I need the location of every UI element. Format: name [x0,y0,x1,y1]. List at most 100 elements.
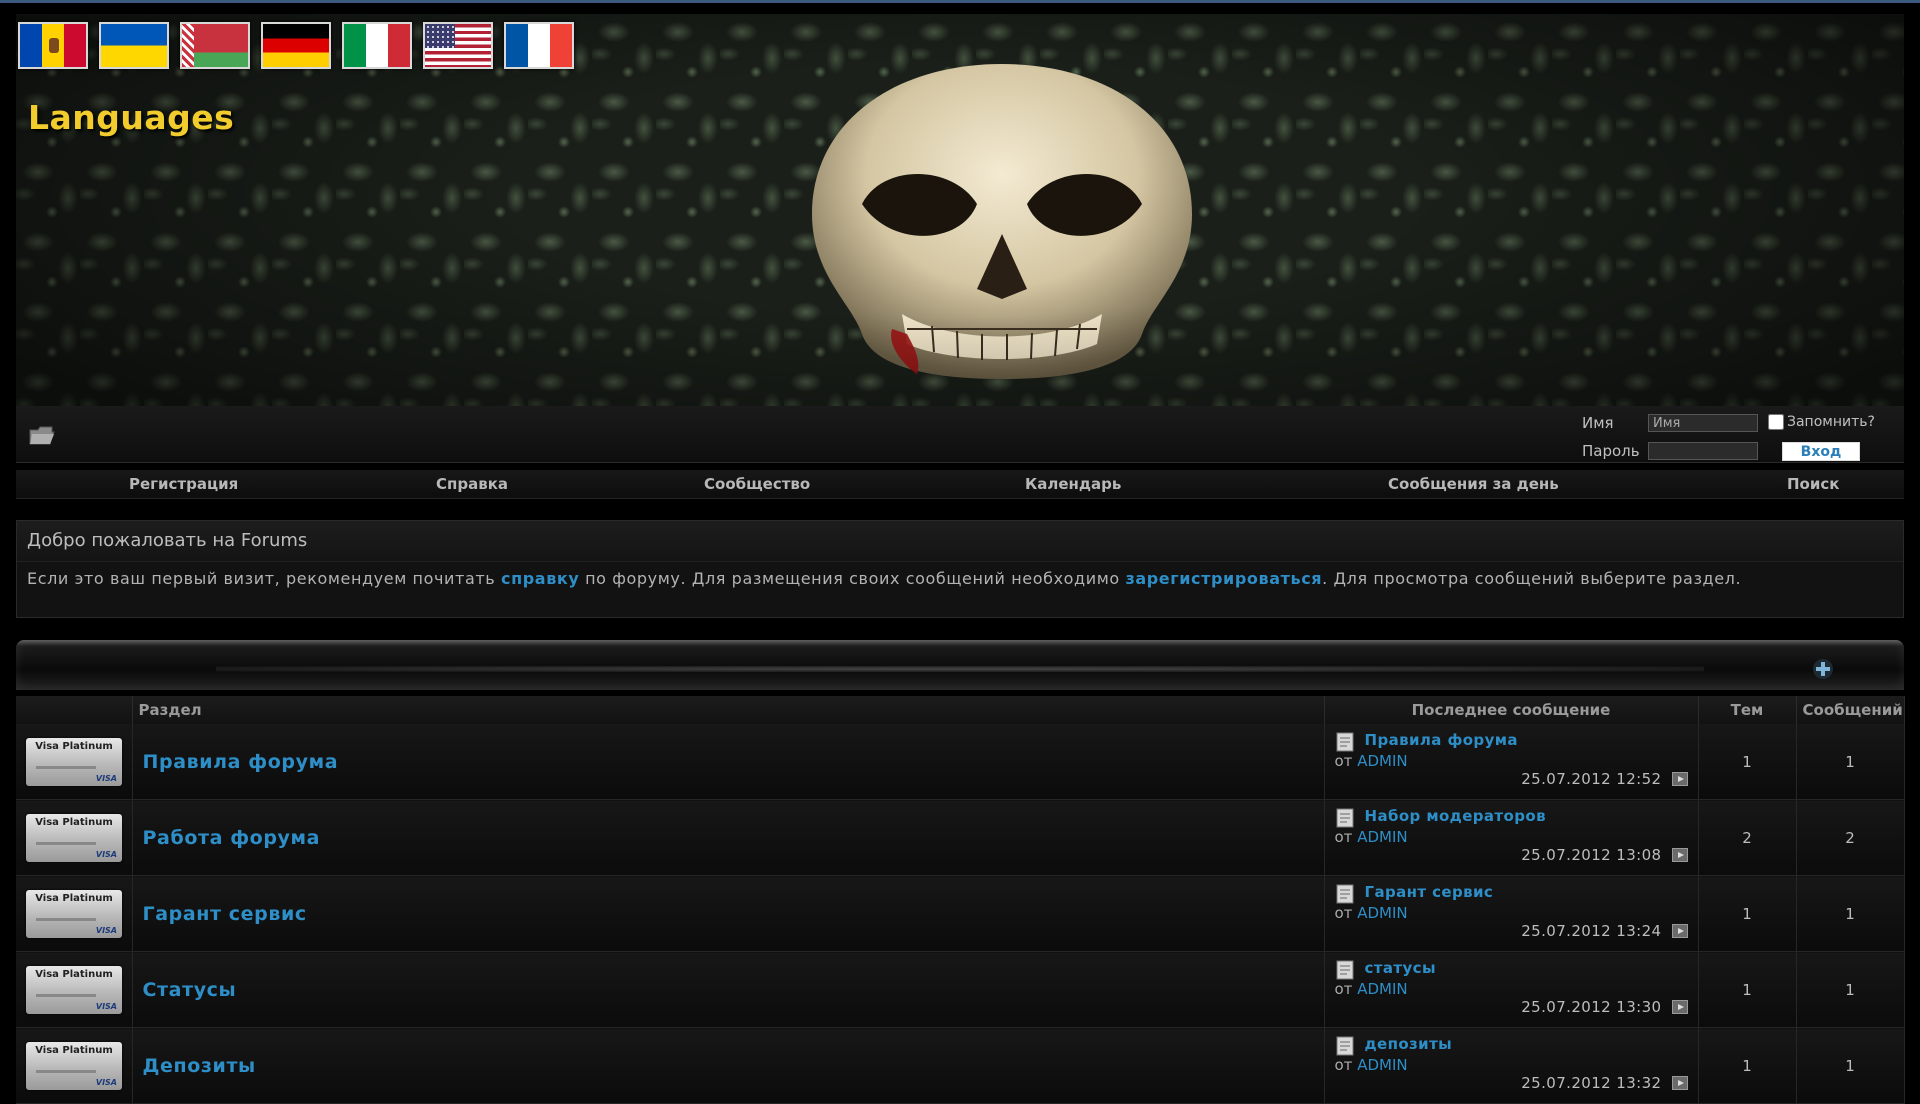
table-row: Visa Platinum VISA Депозиты депозиты от … [16,1027,1905,1104]
forum-title-cell: Работа форума [132,799,1325,876]
visa-card-icon: Visa Platinum VISA [26,889,122,938]
menu-today-posts[interactable]: Сообщения за день [1388,475,1559,493]
username-label: Имя [1582,414,1614,432]
home-folder-icon[interactable] [28,424,56,446]
header-banner: Languages [16,14,1904,406]
forum-title-link[interactable]: Статусы [143,979,237,1001]
last-post-title-link[interactable]: Правила форума [1365,731,1518,749]
goto-last-post-icon[interactable] [1671,772,1688,786]
forum-icon-cell: Visa Platinum VISA [16,951,133,1028]
author-link[interactable]: ADMIN [1357,1056,1407,1074]
posts-count: 1 [1796,875,1905,952]
username-input[interactable] [1648,414,1758,432]
flag-belarus-icon[interactable] [180,22,250,69]
flag-italy-icon[interactable] [342,22,412,69]
header-posts: Сообщений [1796,696,1905,724]
post-document-icon [1336,960,1353,980]
topics-count: 1 [1698,951,1797,1028]
last-post-cell: депозиты от ADMIN 25.07.2012 13:32 [1324,1027,1699,1104]
card-label: Visa Platinum [35,740,113,752]
last-post-date: 25.07.2012 12:52 [1521,770,1662,788]
last-post: статусы от ADMIN 25.07.2012 13:30 [1325,952,1698,1027]
posts-count: 2 [1796,799,1905,876]
menu-register[interactable]: Регистрация [129,475,238,493]
header-last-post: Последнее сообщение [1324,696,1699,724]
forum-title-cell: Гарант сервис [132,875,1325,952]
table-header-row: Раздел Последнее сообщение Тем Сообщений [16,696,1905,724]
topics-count: 2 [1698,799,1797,876]
flag-france-icon[interactable] [504,22,574,69]
password-label: Пароль [1582,442,1640,460]
login-form: Имя Запомнить? Пароль Вход [1578,414,1900,461]
password-input[interactable] [1648,442,1758,460]
forum-title-link[interactable]: Депозиты [143,1055,256,1077]
card-stripe [36,765,96,769]
goto-last-post-icon[interactable] [1671,924,1688,938]
author-link[interactable]: ADMIN [1357,980,1407,998]
author-link[interactable]: ADMIN [1357,904,1407,922]
last-post-date: 25.07.2012 13:32 [1521,1074,1662,1092]
last-post-title-link[interactable]: депозиты [1365,1035,1453,1053]
forum-title-cell: Депозиты [132,1027,1325,1104]
register-link[interactable]: зарегистрироваться [1125,569,1322,588]
flag-germany-icon[interactable] [261,22,331,69]
topics-count: 1 [1698,724,1797,800]
banner-vignette [16,14,1904,406]
card-brand: VISA [95,773,117,783]
last-post-author: от ADMIN [1335,828,1408,846]
topics-count: 1 [1698,875,1797,952]
last-post-title-link[interactable]: статусы [1365,959,1436,977]
last-post-title-link[interactable]: Гарант сервис [1365,883,1494,901]
last-post-author: от ADMIN [1335,1056,1408,1074]
goto-last-post-icon[interactable] [1671,848,1688,862]
last-post: депозиты от ADMIN 25.07.2012 13:32 [1325,1028,1698,1103]
remember-checkbox-wrap[interactable]: Запомнить? [1768,414,1875,430]
welcome-box: Добро пожаловать на Forums Если это ваш … [16,520,1904,618]
welcome-text-part: Если это ваш первый визит, рекомендуем п… [27,569,502,588]
menu-community[interactable]: Сообщество [704,475,810,493]
card-stripe [36,993,96,997]
by-label: от [1334,752,1353,770]
last-post-author: от ADMIN [1335,904,1408,922]
menu-help[interactable]: Справка [436,475,508,493]
header-icon-col [16,696,133,724]
welcome-text-part: по форуму. Для размещения своих сообщени… [579,569,1126,588]
languages-title: Languages [28,98,235,137]
login-button[interactable]: Вход [1782,442,1860,461]
post-document-icon [1336,732,1353,752]
header-section: Раздел [132,696,1325,724]
by-label: от [1334,904,1353,922]
goto-last-post-icon[interactable] [1671,1076,1688,1090]
remember-checkbox[interactable] [1768,414,1784,430]
last-post: Правила форума от ADMIN 25.07.2012 12:52 [1325,724,1698,799]
flag-usa-icon[interactable] [423,22,493,69]
last-post-date: 25.07.2012 13:24 [1521,922,1662,940]
table-row: Visa Platinum VISA Правила форума Правил… [16,724,1905,800]
visa-card-icon: Visa Platinum VISA [26,813,122,862]
author-link[interactable]: ADMIN [1357,752,1407,770]
menu-calendar[interactable]: Календарь [1025,475,1121,493]
posts-count: 1 [1796,951,1905,1028]
last-post: Набор модераторов от ADMIN 25.07.2012 13… [1325,800,1698,875]
forum-title-cell: Статусы [132,951,1325,1028]
last-post-cell: статусы от ADMIN 25.07.2012 13:30 [1324,951,1699,1028]
forum-title-link[interactable]: Гарант сервис [143,903,307,925]
flag-moldova-icon[interactable] [18,22,88,69]
menu-search[interactable]: Поиск [1787,475,1839,493]
visa-card-icon: Visa Platinum VISA [26,737,122,786]
welcome-text-part: . Для просмотра сообщений выберите разде… [1322,569,1742,588]
author-link[interactable]: ADMIN [1357,828,1407,846]
goto-last-post-icon[interactable] [1671,1000,1688,1014]
help-link[interactable]: справку [501,569,579,588]
forum-title-link[interactable]: Работа форума [143,827,321,849]
card-brand: VISA [95,925,117,935]
main-menu: Регистрация Справка Сообщество Календарь… [16,470,1904,499]
last-post-cell: Правила форума от ADMIN 25.07.2012 12:52 [1324,724,1699,800]
flag-ukraine-icon[interactable] [99,22,169,69]
forum-title-link[interactable]: Правила форума [143,751,339,773]
card-stripe [36,1069,96,1073]
last-post: Гарант сервис от ADMIN 25.07.2012 13:24 [1325,876,1698,951]
collapse-icon[interactable] [1812,658,1834,680]
table-row: Visa Platinum VISA Статусы статусы от AD… [16,951,1905,1028]
last-post-title-link[interactable]: Набор модераторов [1365,807,1546,825]
